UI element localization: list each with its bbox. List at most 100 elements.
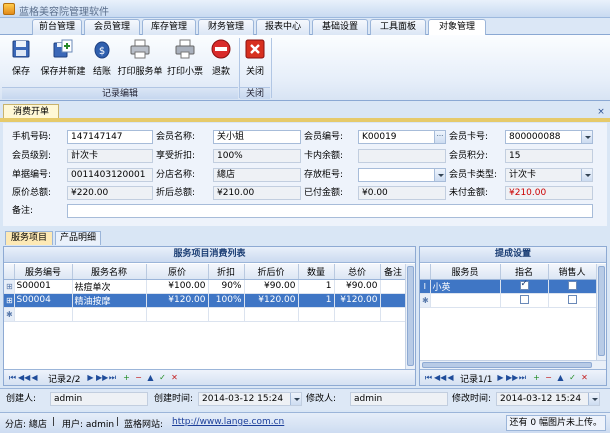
cancel-record-icon[interactable]: ✕ bbox=[580, 373, 589, 382]
col-seller[interactable]: 销售人 bbox=[548, 264, 597, 280]
document-close-icon[interactable]: × bbox=[596, 107, 606, 117]
refund-button[interactable]: 退款 bbox=[206, 38, 236, 82]
tab-inventory[interactable]: 库存管理 bbox=[142, 19, 196, 35]
tab-front-desk[interactable]: 前台管理 bbox=[32, 19, 82, 35]
new-row[interactable]: ✱ bbox=[4, 307, 407, 322]
seller-checkbox[interactable] bbox=[567, 281, 577, 290]
next-record-icon[interactable]: ▶ bbox=[86, 373, 95, 382]
seller-checkbox[interactable] bbox=[567, 295, 577, 304]
card-no-dropdown-icon[interactable] bbox=[581, 131, 592, 143]
points-label: 会员积分: bbox=[449, 151, 489, 161]
scroll-thumb[interactable] bbox=[407, 266, 414, 366]
checkout-button[interactable]: $ 结账 bbox=[88, 38, 116, 82]
card-no-label: 会员卡号: bbox=[449, 132, 489, 142]
save-button[interactable]: 保存 bbox=[4, 38, 38, 82]
member-name-field[interactable]: 关小姐 bbox=[213, 130, 301, 144]
col-total[interactable]: 总价 bbox=[334, 264, 381, 280]
col-note[interactable]: 备注 bbox=[380, 264, 407, 280]
member-no-field[interactable]: K00019 ··· bbox=[358, 130, 446, 144]
upload-status: 还有 0 幅图片未上传。 bbox=[505, 415, 606, 431]
edit-record-icon[interactable]: ▲ bbox=[556, 373, 565, 382]
tab-services[interactable]: 服务项目 bbox=[5, 231, 53, 245]
tab-member[interactable]: 会员管理 bbox=[84, 19, 140, 35]
services-vertical-scrollbar[interactable] bbox=[405, 264, 415, 370]
card-no-field[interactable]: 800000088 bbox=[505, 130, 593, 144]
orig-total-label: 原价总额: bbox=[12, 188, 52, 198]
last-record-icon[interactable]: ⏭ bbox=[108, 373, 117, 382]
col-qty[interactable]: 数量 bbox=[298, 264, 335, 280]
post-record-icon[interactable]: ✓ bbox=[158, 373, 167, 382]
created-time-label: 创建时间: bbox=[154, 394, 194, 404]
scroll-thumb[interactable] bbox=[598, 266, 605, 356]
col-named[interactable]: 指名 bbox=[500, 264, 549, 280]
commission-horizontal-scrollbar[interactable] bbox=[420, 360, 606, 369]
remark-field[interactable] bbox=[67, 204, 593, 218]
menu-bar: 前台管理 会员管理 库存管理 财务管理 报表中心 基础设置 工具面板 对象管理 bbox=[0, 18, 610, 36]
tab-finance[interactable]: 财务管理 bbox=[198, 19, 254, 35]
add-record-icon[interactable]: + bbox=[122, 373, 131, 382]
next-page-icon[interactable]: ▶▶ bbox=[506, 373, 518, 382]
add-record-icon[interactable]: + bbox=[532, 373, 541, 382]
table-row[interactable]: I 小英 bbox=[420, 279, 597, 294]
remark-label: 备注: bbox=[12, 206, 34, 216]
commission-record-counter: 记录1/1 bbox=[460, 375, 493, 385]
prev-page-icon[interactable]: ◀◀ bbox=[434, 373, 446, 382]
table-row[interactable]: ⊞ S00004 精油按摩 ¥120.00 100% ¥120.00 1 ¥12… bbox=[4, 293, 407, 308]
prev-record-icon[interactable]: ◀ bbox=[446, 373, 455, 382]
document-tab[interactable]: 消费开单 bbox=[3, 104, 59, 119]
col-staff[interactable]: 服务员 bbox=[430, 264, 501, 280]
cabinet-field[interactable] bbox=[358, 168, 446, 182]
group-separator bbox=[271, 38, 272, 98]
col-service-name[interactable]: 服务名称 bbox=[72, 264, 147, 280]
row-expand-icon[interactable]: ⊞ bbox=[4, 279, 15, 294]
services-panel: 服务项目消费列表 服务编号 服务名称 原价 折扣 折后价 数量 总价 备注 ⊞ … bbox=[3, 246, 416, 386]
edit-record-icon[interactable]: ▲ bbox=[146, 373, 155, 382]
named-checkbox[interactable] bbox=[519, 295, 529, 304]
prev-page-icon[interactable]: ◀◀ bbox=[18, 373, 30, 382]
phone-label: 手机号码: bbox=[12, 132, 52, 142]
status-branch: 分店: 總店 bbox=[5, 420, 47, 430]
tab-products[interactable]: 产品明细 bbox=[55, 231, 101, 245]
cabinet-dropdown-icon[interactable] bbox=[434, 169, 445, 181]
save-and-new-button[interactable]: 保存并新建 bbox=[38, 38, 88, 82]
tab-tools[interactable]: 工具面板 bbox=[370, 19, 426, 35]
row-expand-icon[interactable]: ⊞ bbox=[4, 293, 15, 308]
delete-record-icon[interactable]: − bbox=[544, 373, 553, 382]
new-row-icon: ✱ bbox=[4, 307, 15, 322]
status-divider: | bbox=[52, 417, 56, 427]
browse-member-icon[interactable]: ··· bbox=[434, 131, 445, 143]
col-discount[interactable]: 折扣 bbox=[208, 264, 245, 280]
post-record-icon[interactable]: ✓ bbox=[568, 373, 577, 382]
cancel-record-icon[interactable]: ✕ bbox=[170, 373, 179, 382]
col-price[interactable]: 原价 bbox=[146, 264, 209, 280]
services-panel-title: 服务项目消费列表 bbox=[4, 247, 415, 263]
commission-vertical-scrollbar[interactable] bbox=[596, 264, 606, 360]
named-checkbox[interactable] bbox=[519, 279, 529, 290]
next-record-icon[interactable]: ▶ bbox=[496, 373, 505, 382]
website-link[interactable]: http://www.lange.com.cn bbox=[172, 417, 284, 427]
col-service-code[interactable]: 服务编号 bbox=[14, 264, 73, 280]
status-site-label: 蓝格网站: bbox=[124, 420, 164, 430]
level-field: 計次卡 bbox=[67, 149, 153, 163]
print-service-button[interactable]: 打印服务单 bbox=[116, 38, 164, 82]
last-record-icon[interactable]: ⏭ bbox=[518, 373, 527, 382]
card-type-field[interactable]: 计次卡 bbox=[505, 168, 593, 182]
print-receipt-button[interactable]: 打印小票 bbox=[164, 38, 206, 82]
discount-label: 享受折扣: bbox=[156, 151, 196, 161]
next-page-icon[interactable]: ▶▶ bbox=[96, 373, 108, 382]
card-type-dropdown-icon[interactable] bbox=[581, 169, 592, 181]
scroll-thumb[interactable] bbox=[422, 362, 592, 368]
tab-basic-settings[interactable]: 基础设置 bbox=[312, 19, 368, 35]
tab-objects[interactable]: 对象管理 bbox=[428, 19, 486, 36]
phone-field[interactable]: 147147147 bbox=[67, 130, 153, 144]
close-button[interactable]: 关闭 bbox=[242, 38, 268, 82]
new-row[interactable]: ✱ bbox=[420, 293, 597, 308]
prev-record-icon[interactable]: ◀ bbox=[30, 373, 39, 382]
row-indicator-header bbox=[4, 264, 15, 280]
first-record-icon[interactable]: ⏮ bbox=[424, 373, 433, 382]
table-row[interactable]: ⊞ S00001 祛痘单次 ¥100.00 90% ¥90.00 1 ¥90.0… bbox=[4, 279, 407, 294]
tab-reports[interactable]: 报表中心 bbox=[256, 19, 310, 35]
first-record-icon[interactable]: ⏮ bbox=[8, 373, 17, 382]
delete-record-icon[interactable]: − bbox=[134, 373, 143, 382]
col-after-price[interactable]: 折后价 bbox=[244, 264, 299, 280]
